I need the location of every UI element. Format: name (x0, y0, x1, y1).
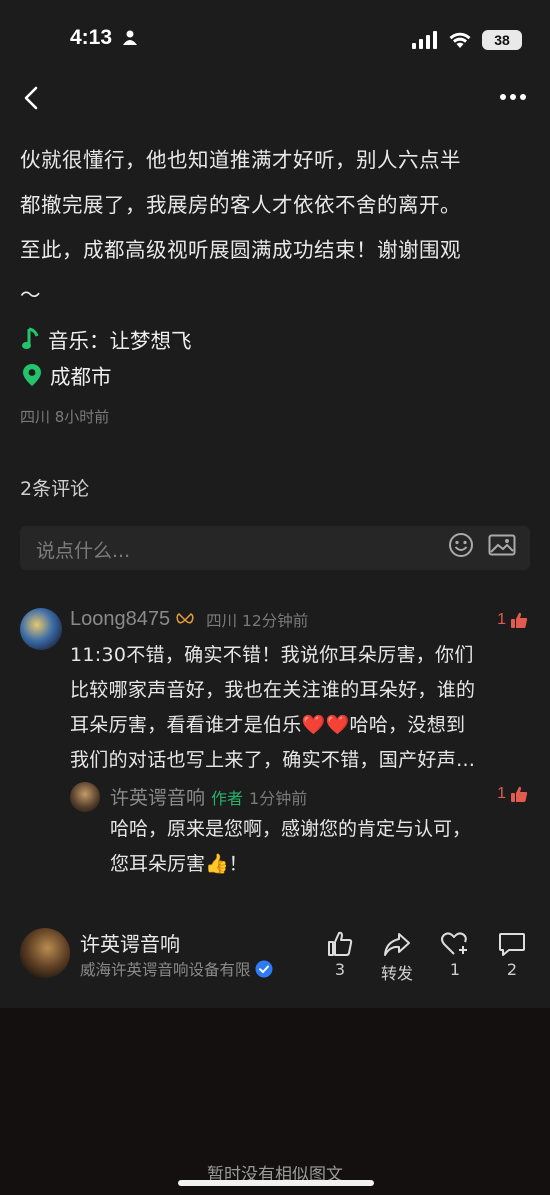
music-tag[interactable]: 音乐：让梦想飞 (22, 324, 192, 354)
thumbs-up-outline-icon (328, 931, 353, 956)
comment-like-button[interactable]: 1 (497, 611, 528, 629)
collect-count: 1 (449, 960, 461, 979)
comment-line: 我们的对话也写上来了，确实不错，国产好声… (70, 749, 476, 771)
input-icons (448, 532, 516, 558)
comment-location-time: 四川 12分钟前 (206, 611, 309, 630)
comment-text: 11:30不错，确实不错！我说你耳朵厉害，你们 比较哪家声音好，我也在关注谁的耳… (70, 638, 530, 778)
like-count: 3 (334, 960, 346, 979)
comment-line: 比较哪家声音好，我也在关注谁的耳朵好，谁的 (70, 679, 476, 701)
reply-username[interactable]: 许英谔音响 (110, 783, 205, 810)
butterfly-badge-icon (176, 612, 194, 623)
status-time: 4:13 (70, 26, 138, 50)
location-pin-icon (23, 364, 41, 386)
location-tag[interactable]: 成都市 (22, 360, 112, 390)
thumbs-up-icon (511, 786, 528, 802)
share-action[interactable]: 转发 (372, 930, 422, 984)
more-icon[interactable] (498, 90, 528, 104)
verified-icon (255, 960, 273, 978)
image-icon[interactable] (488, 533, 516, 557)
post-meta: 四川 8小时前 (20, 408, 110, 426)
like-action[interactable]: 3 (315, 930, 365, 979)
reply-text: 哈哈，原来是您啊，感谢您的肯定与认可， 您耳朵厉害👍！ (110, 812, 530, 882)
post-body-line: 至此，成都高级视听展圆满成功结束！谢谢围观 (20, 238, 461, 262)
author-name[interactable]: 许英谔音响 (80, 928, 180, 957)
home-indicator[interactable] (178, 1180, 374, 1186)
post-body-line: 都撤完展了，我展房的客人才依依不舍的离开。 (20, 193, 461, 217)
status-indicators: 38 (412, 30, 522, 50)
comment-action[interactable]: 2 (487, 930, 537, 979)
comment-action-count: 2 (506, 960, 518, 979)
author-avatar[interactable] (20, 928, 70, 978)
emoji-icon[interactable] (448, 532, 474, 558)
collect-action[interactable]: 1 (430, 930, 480, 979)
avatar[interactable] (20, 608, 62, 650)
company-label: 威海许英谔音响设备有限 (80, 961, 251, 979)
reply-like-button[interactable]: 1 (497, 785, 528, 803)
reply-time: 1分钟前 (249, 788, 308, 808)
wifi-icon (449, 32, 471, 48)
comment-line: 耳朵厉害，看看谁才是伯乐❤️❤️哈哈，没想到 (70, 714, 466, 736)
share-icon (384, 933, 410, 956)
reply-header: 许英谔音响 作者 1分钟前 (110, 783, 307, 810)
reply-line: 哈哈，原来是您啊，感谢您的肯定与认可， (110, 818, 472, 840)
battery-indicator: 38 (482, 30, 522, 50)
reply-line: 您耳朵厉害👍！ (110, 853, 248, 875)
reply-like-count: 1 (497, 785, 506, 802)
comment-header: Loong8475 四川 12分钟前 (70, 608, 308, 631)
comment-count: 2条评论 (20, 478, 90, 500)
post-body-line: 伙就很懂行，他也知道推满才好听，别人六点半 (20, 148, 461, 172)
location-label: 成都市 (50, 365, 112, 389)
post-body-line: ～ (20, 283, 41, 307)
person-icon (122, 30, 137, 45)
music-label: 音乐：让梦想飞 (48, 329, 192, 353)
share-label: 转发 (380, 964, 413, 983)
author-company: 威海许英谔音响设备有限 (80, 958, 273, 980)
signal-icon (412, 31, 437, 49)
reply-avatar[interactable] (70, 782, 100, 812)
comment-username[interactable]: Loong8475 (70, 608, 170, 631)
author-badge: 作者 (211, 788, 244, 808)
back-icon[interactable] (18, 84, 46, 112)
comment-like-count: 1 (497, 611, 506, 628)
post-body: 伙就很懂行，他也知道推满才好听，别人六点半 都撤完展了，我展房的客人才依依不舍的… (20, 138, 530, 318)
comment-placeholder: 说点什么... (36, 540, 131, 562)
thumbs-up-icon (511, 612, 528, 628)
music-note-icon (22, 327, 39, 350)
comment-bubble-icon (499, 933, 525, 956)
comment-line: 11:30不错，确实不错！我说你耳朵厉害，你们 (70, 644, 474, 666)
heart-plus-icon (441, 932, 467, 955)
